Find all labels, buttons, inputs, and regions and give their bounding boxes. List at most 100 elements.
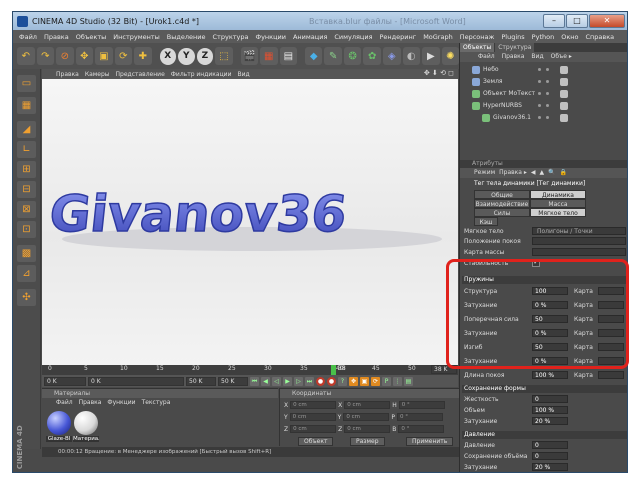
viewport-menu-item[interactable]: Фильтр индикации — [171, 71, 232, 78]
render-pv-icon[interactable]: ▦ — [260, 47, 278, 65]
size-field[interactable]: 0 cm — [343, 413, 390, 421]
play-icon[interactable]: ▶ — [283, 376, 292, 386]
render-dot[interactable] — [546, 104, 549, 107]
tab-mass[interactable]: Масса — [530, 199, 586, 208]
3d-text-object[interactable]: Givanov36 — [46, 183, 350, 243]
rotation-field[interactable]: 0 ° — [396, 413, 443, 421]
minimize-button[interactable]: – — [543, 14, 565, 28]
menu-item[interactable]: Инструменты — [113, 33, 160, 41]
param-value-field[interactable]: 0 — [532, 452, 568, 460]
viewport-nav-icons[interactable]: ✥ ⬇ ⟲ ◻ — [424, 69, 454, 77]
min-frame-field[interactable]: 0 K — [88, 376, 184, 386]
visibility-dot[interactable] — [538, 116, 541, 119]
attributes-menu-item[interactable]: Режим — [474, 168, 495, 178]
move-icon[interactable]: ✥ — [75, 47, 94, 65]
menu-item[interactable]: Анимация — [293, 33, 327, 41]
goto-end-icon[interactable]: ⏭ — [305, 376, 314, 386]
light-icon[interactable]: ✺ — [441, 47, 460, 65]
object-row[interactable]: Небо — [460, 64, 627, 75]
material-swatch[interactable]: Материал — [73, 411, 99, 445]
object-row[interactable]: HyperNURBS — [460, 100, 627, 111]
position-field[interactable]: 0 cm — [290, 401, 337, 409]
menu-item[interactable]: Правка — [44, 33, 69, 41]
tag-icon[interactable] — [560, 102, 568, 110]
param-value-field[interactable]: 0 — [532, 395, 568, 403]
key-rotation-icon[interactable]: ⟳ — [371, 376, 380, 386]
attributes-menu-item[interactable]: Правка ▸ — [499, 168, 527, 178]
workplane-icon[interactable]: ⊿ — [17, 265, 36, 282]
objects-menu-item[interactable]: Файл — [478, 52, 495, 62]
render-dot[interactable] — [546, 116, 549, 119]
render-dot[interactable] — [546, 80, 549, 83]
materials-menu-item[interactable]: Правка — [79, 398, 102, 407]
render-dot[interactable] — [546, 92, 549, 95]
key-pla-icon[interactable]: ⋮ — [393, 376, 402, 386]
goto-start-icon[interactable]: ⏮ — [250, 376, 259, 386]
render-dot[interactable] — [546, 68, 549, 71]
viewport-menu-item[interactable]: Вид — [237, 71, 249, 78]
size-mode-dropdown[interactable]: Размер — [350, 437, 385, 446]
visibility-dot[interactable] — [538, 92, 541, 95]
tab-soft-body[interactable]: Мягкое тело — [530, 208, 586, 217]
tag-icon[interactable] — [560, 66, 568, 74]
uv-icon[interactable]: ▩ — [17, 245, 36, 262]
menu-item[interactable]: Справка — [585, 33, 614, 41]
rest-state-field[interactable] — [532, 237, 626, 245]
materials-menu-item[interactable]: Функции — [107, 398, 135, 407]
object-row[interactable]: Givanov36.1 — [460, 112, 627, 123]
array-icon[interactable]: ✿ — [363, 47, 381, 65]
param-value-field[interactable]: 0 — [532, 441, 568, 449]
tab-collision[interactable]: Взаимодействие — [474, 199, 530, 208]
menu-item[interactable]: MoGraph — [423, 33, 453, 41]
rotation-field[interactable]: 0 ° — [398, 425, 445, 433]
timeline-ruler[interactable]: 0 5 10 15 20 25 30 35 40 45 50 38 — [42, 365, 458, 375]
apply-button[interactable]: Применить — [406, 437, 454, 446]
menu-item[interactable]: Рендеринг — [380, 33, 417, 41]
key-scale-icon[interactable]: ▣ — [360, 376, 369, 386]
snap-icon[interactable]: ✣ — [17, 289, 36, 306]
deformer-icon[interactable]: ◈ — [383, 47, 401, 65]
position-field[interactable]: 0 cm — [290, 425, 337, 433]
redo-icon[interactable]: ↷ — [36, 47, 55, 65]
maximize-button[interactable]: □ — [566, 14, 588, 28]
menu-item[interactable]: Симуляция — [334, 33, 372, 41]
record-icon[interactable]: ● — [316, 376, 325, 386]
rotate-icon[interactable]: ⟳ — [114, 47, 133, 65]
render-view-icon[interactable]: 🎬 — [240, 47, 259, 65]
model-icon[interactable]: ▦ — [17, 97, 36, 114]
undo-icon[interactable]: ↶ — [17, 47, 35, 65]
tab-general[interactable]: Общие — [474, 190, 530, 199]
map-field[interactable] — [598, 371, 624, 379]
objects-menu-item[interactable]: Вид — [531, 52, 543, 62]
menu-item[interactable]: Выделение — [167, 33, 206, 41]
menu-item[interactable]: Функции — [255, 33, 286, 41]
object-row[interactable]: Объект MoТекст — [460, 88, 627, 99]
materials-menu-item[interactable]: Файл — [56, 398, 73, 407]
start-frame-field[interactable]: 0 K — [44, 376, 86, 386]
size-field[interactable]: 0 cm — [344, 401, 391, 409]
nurbs-icon[interactable]: ❂ — [343, 47, 362, 65]
viewport[interactable]: Givanov36 — [42, 79, 458, 365]
close-button[interactable]: ✕ — [589, 14, 625, 28]
tab-objects[interactable]: Объекты — [460, 43, 495, 52]
key-param-icon[interactable]: P — [382, 376, 391, 386]
polygons-icon[interactable]: ⊠ — [17, 201, 36, 218]
camera-icon[interactable]: ▶ — [422, 47, 440, 65]
rotation-field[interactable]: 0 ° — [398, 401, 445, 409]
texture-icon[interactable]: ◢ — [17, 121, 36, 138]
autokey-icon[interactable]: ● — [327, 376, 336, 386]
attributes-menu-item[interactable]: ◀ — [531, 168, 536, 178]
points-icon[interactable]: ⊞ — [17, 161, 36, 178]
menu-item[interactable]: Объекты — [76, 33, 107, 41]
viewport-menu-item[interactable]: Представление — [116, 71, 165, 78]
param-value-field[interactable]: 100 % — [532, 371, 568, 379]
axis-icon[interactable]: ∟ — [17, 141, 36, 158]
menu-item[interactable]: Python — [532, 33, 555, 41]
object-mode-dropdown[interactable]: Объект — [298, 437, 334, 446]
scale-icon[interactable]: ▣ — [95, 47, 113, 65]
menu-item[interactable]: Файл — [19, 33, 37, 41]
menu-item[interactable]: Окно — [561, 33, 578, 41]
cube-icon[interactable]: ◆ — [304, 47, 323, 65]
timeline-options-icon[interactable]: ▤ — [404, 376, 413, 386]
add-icon[interactable]: ✚ — [134, 47, 152, 65]
